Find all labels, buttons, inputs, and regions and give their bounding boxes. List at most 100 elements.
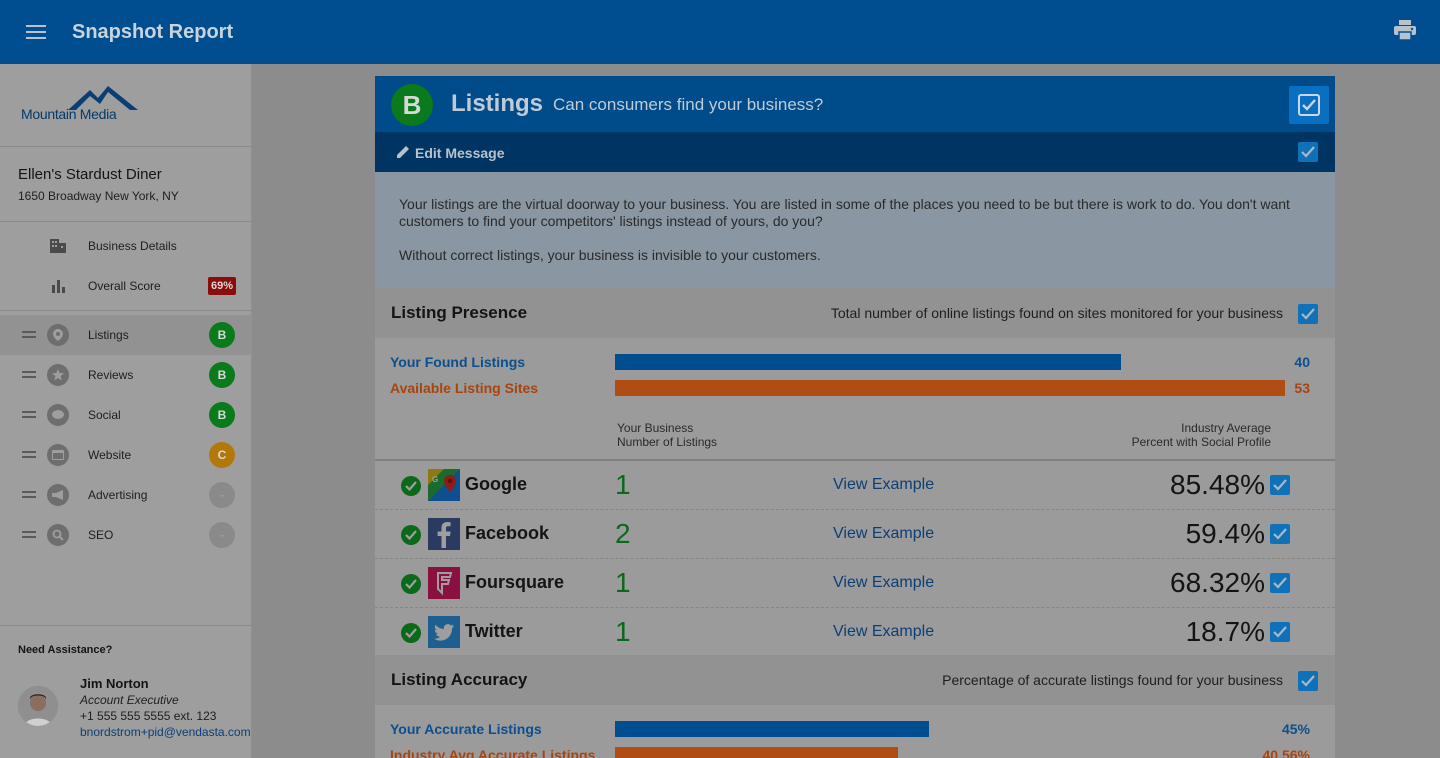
sidebar-item-seo[interactable]: SEO - <box>0 515 252 555</box>
subsection-description: Total number of online listings found on… <box>830 305 1283 321</box>
row-toggle-checkbox[interactable] <box>1270 573 1290 593</box>
drag-handle-icon[interactable] <box>22 531 36 539</box>
sidebar-item-business-details[interactable]: Business Details <box>0 226 252 266</box>
listing-count: 2 <box>615 518 631 549</box>
contact-role: Account Executive <box>80 693 179 707</box>
row-toggle-checkbox[interactable] <box>1270 622 1290 642</box>
bar-value: 53 <box>1294 380 1310 396</box>
sidebar-item-label: Website <box>88 448 132 462</box>
subsection-title: Listing Accuracy <box>391 670 528 689</box>
section-toggle-checkbox[interactable] <box>1289 86 1329 124</box>
location-pin-icon <box>47 324 69 346</box>
section-subtitle: Can consumers find your business? <box>553 95 824 114</box>
check-circle-icon <box>401 623 421 643</box>
megaphone-icon <box>47 484 69 506</box>
sidebar-item-listings[interactable]: Listings B <box>0 315 252 355</box>
bar-label: Industry Avg Accurate Listings <box>390 747 596 758</box>
drag-handle-icon[interactable] <box>22 331 36 339</box>
bar-chart-icon <box>48 276 68 296</box>
row-toggle-checkbox[interactable] <box>1270 524 1290 544</box>
listing-count: 1 <box>615 567 631 598</box>
sidebar-item-label: Reviews <box>88 368 134 382</box>
listing-count: 1 <box>615 616 631 647</box>
bar-value: 40 <box>1294 354 1310 370</box>
view-example-link[interactable]: View Example <box>833 476 934 494</box>
table-row: Facebook 2 View Example 59.4% <box>375 510 1335 559</box>
site-name: Facebook <box>465 523 550 543</box>
sidebar-item-label: Listings <box>88 328 129 342</box>
listing-count: 1 <box>615 469 631 500</box>
listings-card: B Listings Can consumers find your busin… <box>375 76 1335 758</box>
row-toggle-checkbox[interactable] <box>1270 475 1290 495</box>
contact-card: Jim Norton Account Executive +1 555 555 … <box>80 676 251 740</box>
google-maps-icon: G <box>428 469 460 501</box>
grade-badge: - <box>209 522 235 548</box>
grade-badge: - <box>209 482 235 508</box>
bar-track <box>615 354 1285 370</box>
section-grade-badge: B <box>391 84 433 126</box>
drag-handle-icon[interactable] <box>22 451 36 459</box>
message-toggle-checkbox[interactable] <box>1298 142 1318 162</box>
sidebar-item-reviews[interactable]: Reviews B <box>0 355 252 395</box>
bar-value: 40.56% <box>1262 747 1310 758</box>
bar-fill <box>615 721 929 737</box>
magnifier-icon <box>47 524 69 546</box>
bar-track <box>615 747 1285 758</box>
business-address: 1650 Broadway New York, NY <box>18 189 179 203</box>
presence-toggle-checkbox[interactable] <box>1298 304 1318 324</box>
facebook-icon <box>428 518 460 550</box>
drag-handle-icon[interactable] <box>22 411 36 419</box>
check-circle-icon <box>401 574 421 594</box>
listing-presence-header: Listing Presence Total number of online … <box>375 288 1335 338</box>
site-name: Twitter <box>465 621 523 641</box>
bar-track <box>615 721 1285 737</box>
view-example-link[interactable]: View Example <box>833 525 934 543</box>
grade-badge: B <box>209 322 235 348</box>
bar-label: Available Listing Sites <box>390 380 539 396</box>
sidebar-item-website[interactable]: Website C <box>0 435 252 475</box>
site-name: Google <box>465 474 527 494</box>
bar-track <box>615 380 1285 396</box>
sidebar-item-label: Overall Score <box>88 279 161 293</box>
view-example-link[interactable]: View Example <box>833 574 934 592</box>
sidebar-item-label: SEO <box>88 528 114 542</box>
bar-value: 45% <box>1281 721 1310 737</box>
star-icon <box>47 364 69 386</box>
contact-email-link[interactable]: bnordstrom+pid@vendasta.com <box>80 724 251 740</box>
message-paragraph: Without correct listings, your business … <box>399 247 821 263</box>
contact-phone: +1 555 555 5555 ext. 123 <box>80 709 217 723</box>
listing-accuracy-header: Listing Accuracy Percentage of accurate … <box>375 655 1335 705</box>
bar-fill <box>615 747 898 758</box>
message-paragraph: Your listings are the virtual doorway to… <box>399 196 1290 229</box>
drag-handle-icon[interactable] <box>22 491 36 499</box>
printer-icon[interactable] <box>1394 20 1418 44</box>
svg-text:G: G <box>432 475 438 484</box>
pencil-icon <box>397 146 409 158</box>
site-name: Foursquare <box>465 572 565 592</box>
sidebar-item-label: Business Details <box>88 239 177 253</box>
sidebar-item-advertising[interactable]: Advertising - <box>0 475 252 515</box>
section-title: Listings <box>451 90 544 117</box>
sidebar-item-social[interactable]: Social B <box>0 395 252 435</box>
table-row: Foursquare 1 View Example 68.32% <box>375 559 1335 608</box>
check-circle-icon <box>401 525 421 545</box>
top-app-bar: Snapshot Report <box>0 0 1440 64</box>
app-title: Snapshot Report <box>72 20 234 43</box>
accuracy-toggle-checkbox[interactable] <box>1298 671 1318 691</box>
drag-handle-icon[interactable] <box>22 371 36 379</box>
avatar <box>18 686 58 726</box>
bar-fill <box>615 354 1121 370</box>
edit-message-button[interactable]: Edit Message <box>415 145 504 161</box>
view-example-link[interactable]: View Example <box>833 623 934 641</box>
column-header-left: Your Business Number of Listings <box>617 421 718 449</box>
grade-badge: B <box>209 402 235 428</box>
industry-percent: 85.48% <box>1170 469 1265 500</box>
sidebar: Mountain Media Ellen's Stardust Diner 16… <box>0 64 252 758</box>
subsection-description: Percentage of accurate listings found fo… <box>942 672 1283 688</box>
browser-window-icon <box>47 444 69 466</box>
subsection-title: Listing Presence <box>391 303 528 322</box>
hamburger-menu-icon[interactable] <box>0 0 72 64</box>
sidebar-item-overall-score[interactable]: Overall Score 69% <box>0 266 252 306</box>
sidebar-item-label: Advertising <box>88 488 148 502</box>
message-box: Your listings are the virtual doorway to… <box>375 172 1335 288</box>
